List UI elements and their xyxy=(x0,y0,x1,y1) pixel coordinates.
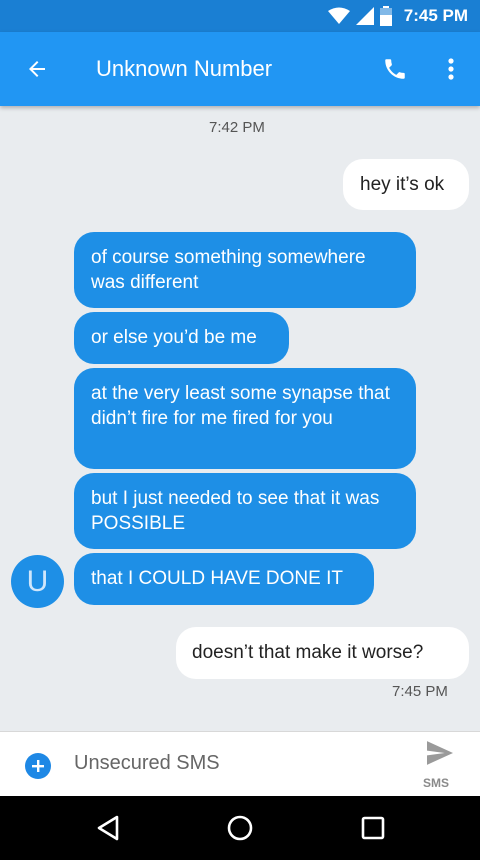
add-icon xyxy=(32,760,44,772)
message-bubble-incoming[interactable]: of course something somewhere was differ… xyxy=(74,232,416,308)
status-time: 7:45 PM xyxy=(403,6,468,25)
message-bubble-outgoing[interactable]: hey it’s ok xyxy=(343,159,469,210)
overflow-menu-button[interactable] xyxy=(436,52,466,86)
back-button[interactable] xyxy=(22,54,52,84)
message-bubble-incoming[interactable]: that I COULD HAVE DONE IT xyxy=(74,553,374,605)
message-bubble-outgoing[interactable]: doesn’t that make it worse? xyxy=(176,627,469,679)
send-label: SMS xyxy=(423,776,450,790)
circle-home-icon xyxy=(227,815,253,841)
wifi-icon xyxy=(327,7,350,24)
send-icon xyxy=(427,741,453,765)
nav-home-button[interactable] xyxy=(222,810,258,846)
message-input[interactable] xyxy=(74,752,374,775)
system-nav-bar xyxy=(0,796,480,860)
attach-button[interactable] xyxy=(25,753,51,779)
status-icons: 7:45 PM xyxy=(327,0,468,32)
app-bar: Unknown Number xyxy=(0,32,480,106)
timestamp-bottom: 7:45 PM xyxy=(392,683,448,700)
arrow-back-icon xyxy=(29,61,45,77)
square-recents-icon xyxy=(361,816,385,840)
status-bar: 7:45 PM xyxy=(0,0,480,32)
triangle-back-icon xyxy=(97,815,119,841)
nav-back-button[interactable] xyxy=(90,810,126,846)
signal-icon xyxy=(355,7,374,25)
contact-avatar[interactable]: U xyxy=(11,555,64,608)
send-button[interactable]: SMS xyxy=(416,740,464,790)
message-bubble-incoming[interactable]: at the very least some synapse that didn… xyxy=(74,368,416,469)
timestamp-top: 7:42 PM xyxy=(209,119,265,136)
nav-recents-button[interactable] xyxy=(355,810,391,846)
message-bubble-incoming[interactable]: but I just needed to see that it was POS… xyxy=(74,473,416,549)
more-vert-icon xyxy=(448,58,454,80)
message-bubble-incoming[interactable]: or else you’d be me xyxy=(74,312,289,364)
phone-icon xyxy=(385,59,405,79)
battery-icon xyxy=(379,6,392,26)
call-button[interactable] xyxy=(380,54,410,84)
compose-bar: SMS xyxy=(0,731,480,796)
conversation-title: Unknown Number xyxy=(96,56,273,81)
